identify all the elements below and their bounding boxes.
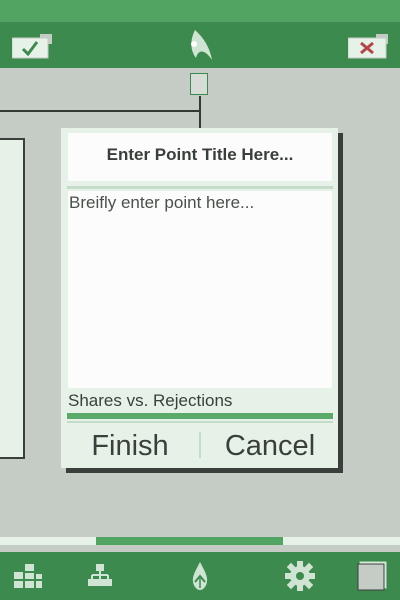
point-title-input[interactable]: Enter Point Title Here... — [68, 133, 332, 181]
close-icon[interactable] — [347, 34, 388, 60]
grid-icon[interactable] — [12, 560, 44, 592]
app-logo-icon[interactable] — [184, 560, 216, 592]
hierarchy-icon[interactable] — [84, 560, 116, 592]
bottom-nav — [0, 552, 400, 600]
point-body-placeholder: Breifly enter point here... — [69, 193, 255, 212]
shares-ratio-bar — [67, 413, 333, 419]
tree-connector — [199, 96, 201, 130]
window-icon[interactable] — [356, 560, 388, 592]
tree-node[interactable] — [190, 73, 208, 95]
progress-fill — [96, 537, 283, 545]
check-icon[interactable] — [11, 34, 52, 60]
top-toolbar — [0, 22, 400, 68]
cancel-button[interactable]: Cancel — [207, 430, 333, 464]
finish-button[interactable]: Finish — [67, 430, 193, 464]
point-body-input[interactable]: Breifly enter point here... — [68, 191, 332, 388]
divider — [67, 186, 333, 189]
side-card[interactable] — [0, 138, 25, 459]
point-title-placeholder: Enter Point Title Here... — [106, 145, 294, 164]
divider — [199, 432, 201, 458]
status-bar — [0, 0, 400, 22]
divider — [67, 421, 333, 423]
app-logo-icon — [186, 28, 214, 62]
point-dialog: Enter Point Title Here... Breifly enter … — [61, 128, 338, 468]
shares-label: Shares vs. Rejections — [68, 391, 233, 410]
tree-connector — [0, 110, 200, 112]
gear-icon[interactable] — [284, 560, 316, 592]
